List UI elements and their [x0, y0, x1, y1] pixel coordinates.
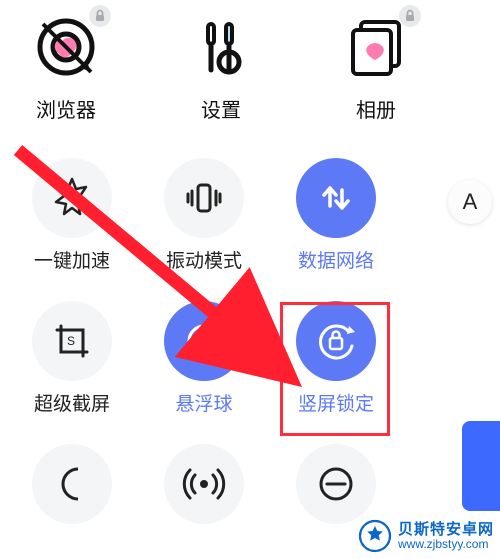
- toggle-hotspot[interactable]: [138, 444, 270, 524]
- watermark: 贝斯特安卓网 www.zjbstyy.com: [358, 519, 494, 553]
- dnd-icon: [296, 444, 376, 524]
- screenshot-icon: S: [32, 301, 112, 381]
- data-icon: [296, 158, 376, 238]
- toggle-label-screenshot: 超级截屏: [34, 389, 110, 416]
- app-label-settings: 设置: [201, 94, 241, 123]
- toggle-boost[interactable]: 一键加速: [6, 158, 138, 273]
- svg-text:S: S: [67, 334, 75, 348]
- toggle-night[interactable]: [6, 444, 138, 524]
- toggle-screenshot[interactable]: S 超级截屏: [6, 301, 138, 416]
- lock-icon: [398, 4, 422, 28]
- app-label-browser: 浏览器: [36, 94, 96, 123]
- toggle-data[interactable]: 数据网络: [270, 158, 402, 273]
- watermark-url: www.zjbstyy.com: [398, 538, 494, 551]
- highlight-box: [280, 302, 390, 436]
- watermark-title: 贝斯特安卓网: [398, 522, 494, 538]
- app-label-gallery: 相册: [356, 94, 396, 123]
- float-icon: [164, 301, 244, 381]
- toggle-label-float: 悬浮球: [175, 389, 232, 416]
- side-tab[interactable]: [462, 421, 500, 511]
- vibrate-icon: [164, 158, 244, 238]
- lock-icon: [88, 4, 112, 28]
- app-browser[interactable]: 浏览器: [6, 10, 126, 123]
- toggle-dnd[interactable]: [270, 444, 402, 524]
- toggle-float[interactable]: 悬浮球: [138, 301, 270, 416]
- font-size-button[interactable]: A: [448, 180, 492, 224]
- toggle-label-vibrate: 振动模式: [166, 246, 242, 273]
- moon-icon: [32, 444, 112, 524]
- toggle-label-data: 数据网络: [298, 246, 374, 273]
- toggle-label-boost: 一键加速: [34, 246, 110, 273]
- app-settings[interactable]: 设置: [161, 10, 281, 123]
- settings-icon: [184, 10, 258, 84]
- boost-icon: [32, 158, 112, 238]
- hotspot-icon: [164, 444, 244, 524]
- toggle-vibrate[interactable]: 振动模式: [138, 158, 270, 273]
- watermark-logo-icon: [358, 519, 392, 553]
- app-gallery[interactable]: 相册: [316, 10, 436, 123]
